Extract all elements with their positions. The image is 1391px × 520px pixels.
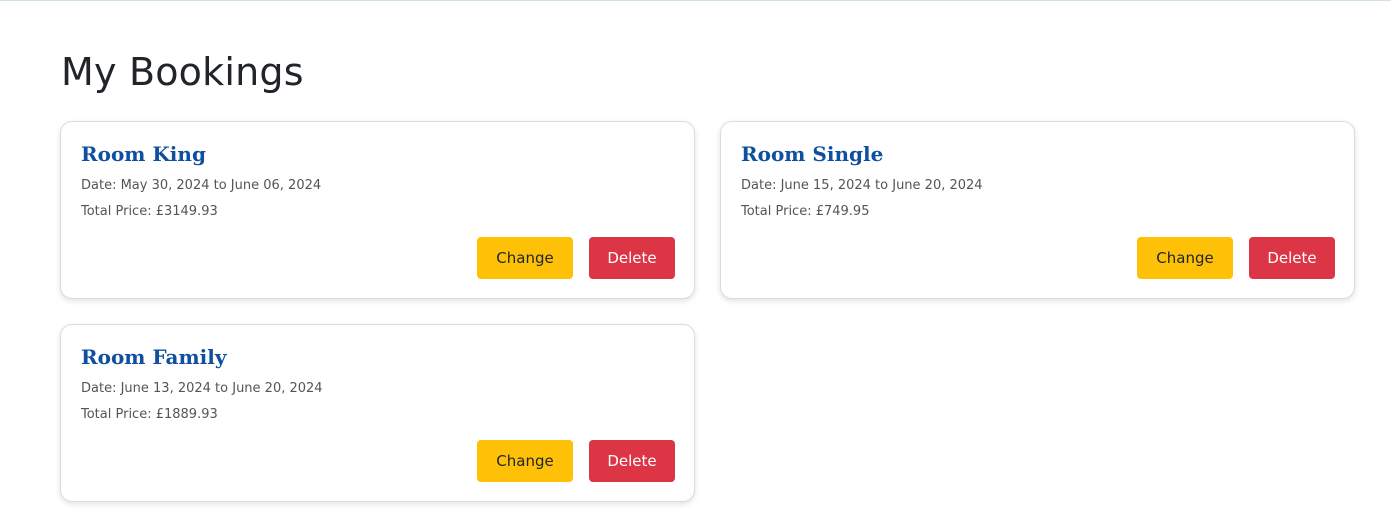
booking-total-price: Total Price: £1889.93	[81, 407, 218, 422]
change-button[interactable]: Change	[1137, 237, 1233, 279]
booking-date: Date: May 30, 2024 to June 06, 2024	[81, 178, 322, 193]
change-button[interactable]: Change	[477, 440, 573, 482]
change-button[interactable]: Change	[477, 237, 573, 279]
booking-room-title: Room Single	[741, 142, 884, 166]
delete-button[interactable]: Delete	[589, 237, 675, 279]
booking-room-title: Room King	[81, 142, 206, 166]
booking-room-title: Room Family	[81, 345, 227, 369]
delete-button[interactable]: Delete	[589, 440, 675, 482]
top-divider	[0, 0, 1391, 1]
delete-button[interactable]: Delete	[1249, 237, 1335, 279]
booking-card: Room Family Date: June 13, 2024 to June …	[60, 324, 695, 502]
booking-total-price: Total Price: £3149.93	[81, 204, 218, 219]
booking-date: Date: June 13, 2024 to June 20, 2024	[81, 381, 323, 396]
booking-card: Room Single Date: June 15, 2024 to June …	[720, 121, 1355, 299]
booking-date: Date: June 15, 2024 to June 20, 2024	[741, 178, 983, 193]
booking-total-price: Total Price: £749.95	[741, 204, 870, 219]
page-title: My Bookings	[61, 50, 304, 94]
booking-card: Room King Date: May 30, 2024 to June 06,…	[60, 121, 695, 299]
